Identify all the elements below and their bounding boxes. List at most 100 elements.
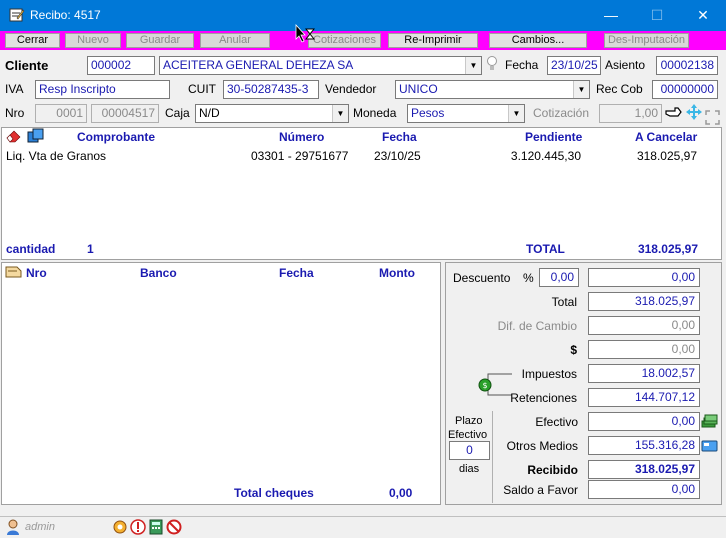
iva-field[interactable]: Resp Inscripto xyxy=(35,80,170,99)
efectivo-field[interactable]: 0,00 xyxy=(588,412,700,431)
cerrar-button[interactable]: Cerrar xyxy=(5,33,60,48)
status-bar xyxy=(0,516,726,538)
total-value: 318.025,97 xyxy=(637,242,698,256)
no-entry-icon[interactable] xyxy=(166,519,182,535)
pesos-label: $ xyxy=(570,343,577,357)
chevron-down-icon[interactable]: ▼ xyxy=(332,105,348,122)
asiento-field[interactable]: 00002138 xyxy=(656,56,718,75)
cliente-code-field[interactable]: 000002 xyxy=(87,56,155,75)
caja-label: Caja xyxy=(165,106,190,120)
row-pendiente: 3.120.445,30 xyxy=(510,149,581,163)
otros-medios-label: Otros Medios xyxy=(506,439,578,453)
caja-combo[interactable]: N/D ▼ xyxy=(195,104,349,123)
nro-pv-field[interactable]: 0001 xyxy=(35,104,87,123)
cambios-button[interactable]: Cambios... xyxy=(489,33,587,48)
receipt-app-icon xyxy=(9,8,25,22)
recibido-label: Recibido xyxy=(527,463,578,477)
chevron-down-icon[interactable]: ▼ xyxy=(465,57,481,74)
expand-icon[interactable] xyxy=(705,110,720,125)
total-resumen-label: Total xyxy=(551,295,577,309)
col-nro[interactable]: Nro xyxy=(26,266,47,280)
nro-num-field[interactable]: 00004517 xyxy=(91,104,159,123)
recibido-field[interactable]: 318.025,97 xyxy=(588,460,700,479)
col-monto[interactable]: Monto xyxy=(379,266,415,280)
vendedor-combo[interactable]: UNICO ▼ xyxy=(395,80,590,99)
gear-icon[interactable] xyxy=(112,519,128,535)
hand-pointer-icon[interactable] xyxy=(665,104,683,120)
total-resumen-field[interactable]: 318.025,97 xyxy=(588,292,700,311)
moneda-label: Moneda xyxy=(353,106,397,120)
documents-icon[interactable] xyxy=(26,128,46,144)
plazo-dias-field[interactable]: 0 xyxy=(449,441,490,460)
nuevo-button[interactable]: Nuevo xyxy=(65,33,121,48)
difcambio-field[interactable]: 0,00 xyxy=(588,316,700,335)
saldo-field[interactable]: 0,00 xyxy=(588,480,700,499)
cantidad-label: cantidad xyxy=(6,242,56,256)
cotizacion-field[interactable]: 1,00 xyxy=(599,104,662,123)
reccob-field[interactable]: 00000000 xyxy=(652,80,718,99)
plazo-divider xyxy=(492,411,493,503)
row-fecha: 23/10/25 xyxy=(374,149,421,163)
col-numero[interactable]: Número xyxy=(279,130,324,144)
total-cheques-label: Total cheques xyxy=(234,486,314,500)
guardar-button[interactable]: Guardar xyxy=(126,33,194,48)
desimputacion-button[interactable]: Des-Imputación xyxy=(604,33,689,48)
chevron-down-icon[interactable]: ▼ xyxy=(573,81,589,98)
iva-label: IVA xyxy=(5,82,24,96)
total-cheques-value: 0,00 xyxy=(389,486,413,500)
asiento-label: Asiento xyxy=(605,58,646,72)
pesos-field[interactable]: 0,00 xyxy=(588,340,700,359)
moneda-combo[interactable]: Pesos ▼ xyxy=(407,104,525,123)
col-comprobante[interactable]: Comprobante xyxy=(77,130,155,144)
minimize-button[interactable]: — xyxy=(588,0,634,31)
fecha-field[interactable]: 23/10/25 xyxy=(547,56,601,75)
vendedor-label: Vendedor xyxy=(325,82,377,96)
cotizacion-label: Cotización xyxy=(533,106,590,120)
col-pendiente[interactable]: Pendiente xyxy=(525,130,582,144)
col-banco[interactable]: Banco xyxy=(140,266,177,280)
plazo-label: Plazo xyxy=(455,415,483,427)
otros-medios-field[interactable]: 155.316,28 xyxy=(588,436,700,455)
cotizaciones-button[interactable]: Cotizaciones xyxy=(308,33,381,48)
card-icon[interactable] xyxy=(701,437,718,453)
lightbulb-icon[interactable] xyxy=(486,55,498,73)
cliente-name-combo[interactable]: ACEITERA GENERAL DEHEZA SA ▼ xyxy=(159,56,482,75)
descuento-label: Descuento xyxy=(453,271,511,285)
moneda-value: Pesos xyxy=(411,106,445,120)
descuento-field[interactable]: 0,00 xyxy=(588,268,700,287)
row-acancelar: 318.025,97 xyxy=(636,149,697,163)
col-acancelar[interactable]: A Cancelar xyxy=(635,130,697,144)
move-arrows-icon[interactable] xyxy=(686,104,702,120)
fecha-label: Fecha xyxy=(505,58,539,72)
svg-text:$: $ xyxy=(482,381,487,390)
dias-label: dias xyxy=(459,463,480,475)
checkbook-icon[interactable] xyxy=(5,264,23,278)
user-name: admin xyxy=(25,521,55,533)
col-fecha-cheque[interactable]: Fecha xyxy=(279,266,314,280)
col-fecha[interactable]: Fecha xyxy=(382,130,417,144)
chevron-down-icon[interactable]: ▼ xyxy=(508,105,524,122)
hourglass-cursor-icon xyxy=(295,24,315,43)
reimprimir-button[interactable]: Re-Imprimir xyxy=(388,33,478,48)
alert-icon[interactable] xyxy=(130,519,146,535)
close-button[interactable]: ✕ xyxy=(680,0,726,31)
anular-button[interactable]: Anular xyxy=(200,33,270,48)
cash-icon[interactable] xyxy=(701,413,718,429)
caja-value: N/D xyxy=(199,106,220,120)
cuit-field[interactable]: 30-50287435-3 xyxy=(223,80,319,99)
maximize-button[interactable]: ☐ xyxy=(634,0,680,31)
table-row[interactable]: Liq. Vta de Granos 03301 - 29751677 23/1… xyxy=(2,148,721,165)
calculator-icon[interactable] xyxy=(149,519,163,535)
cheques-grid xyxy=(1,262,441,505)
eraser-icon[interactable] xyxy=(5,128,23,144)
descuento-pct-field[interactable]: 0,00 xyxy=(539,268,579,287)
saldo-label: Saldo a Favor xyxy=(503,483,578,497)
retenciones-field[interactable]: 144.707,12 xyxy=(588,388,700,407)
reccob-label: Rec Cob xyxy=(596,82,643,96)
cliente-name-value: ACEITERA GENERAL DEHEZA SA xyxy=(163,58,354,72)
cantidad-value: 1 xyxy=(87,242,94,256)
toolbar: Cerrar Nuevo Guardar Anular Cotizaciones… xyxy=(0,31,726,50)
row-numero: 03301 - 29751677 xyxy=(251,149,349,163)
impuestos-field[interactable]: 18.002,57 xyxy=(588,364,700,383)
user-icon xyxy=(7,519,19,535)
